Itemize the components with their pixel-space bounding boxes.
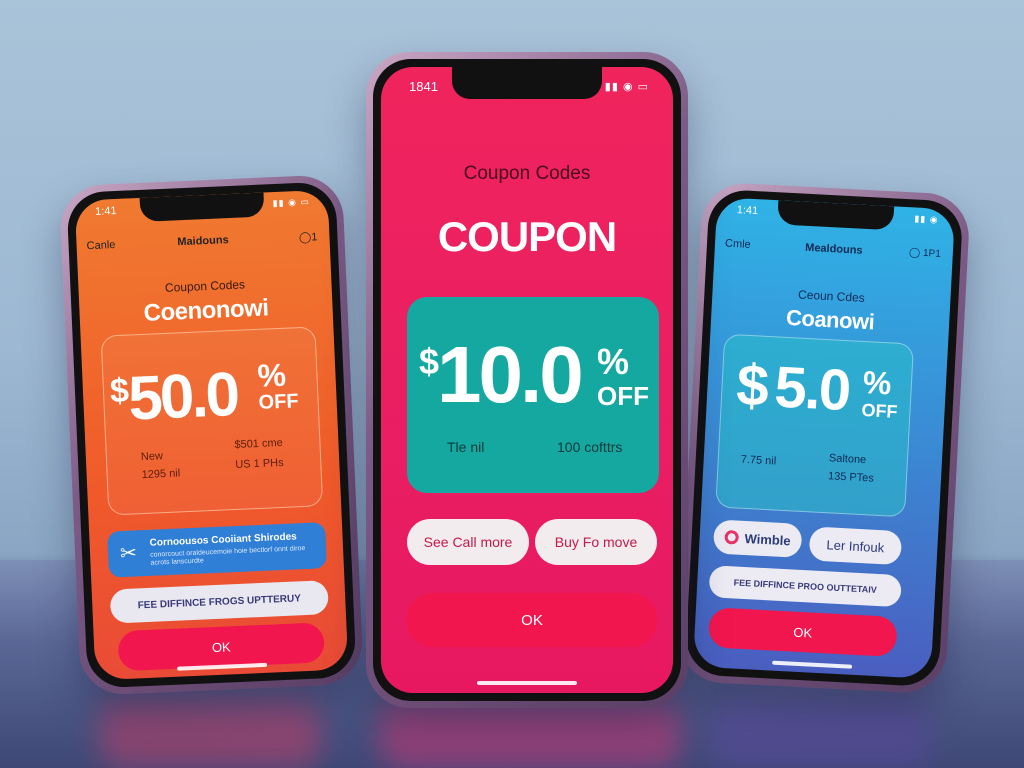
ok-label: OK <box>521 611 543 629</box>
free-shipping-button[interactable]: FEE DIFFINCE FROGS UPTTERUY <box>109 580 329 624</box>
home-indicator <box>477 681 577 685</box>
info-right-bottom: US 1 PHs <box>235 456 284 471</box>
promo-banner[interactable]: ✂ Cornoousos Cooiiant Shirodes conorcouc… <box>107 522 327 578</box>
info-right-top: $501 cme <box>234 436 283 452</box>
deal-off: OFF <box>258 390 300 414</box>
nav-bar: Canle Maidouns ◯1 <box>76 230 330 261</box>
scissors-icon: ✂ <box>119 542 138 566</box>
deal-amount: $ <box>734 352 769 419</box>
deal-percent: % <box>256 356 287 394</box>
deal-card: $ 50.0 % OFF New 1295 nil $501 cme US 1 … <box>100 326 324 516</box>
deal-currency: $ <box>109 371 127 411</box>
info-right-top: Saltone <box>828 452 867 467</box>
notch <box>452 67 602 99</box>
info-left: 7.75 nil <box>740 453 777 468</box>
see-more-button[interactable]: See Call more <box>407 519 529 565</box>
deal-percent: % <box>597 341 630 382</box>
status-icons: ▮▮ ◉ ▭ <box>604 81 649 93</box>
deal-card: $ 5.0 % OFF 7.75 nil Saltone 135 PTes <box>715 333 915 518</box>
buy-more-button[interactable]: Buy Fo move <box>535 519 657 565</box>
promo-subtitle: conorcouct oraldeucemoie hoie bectlorf o… <box>150 545 306 567</box>
notch <box>139 192 265 222</box>
share-icon[interactable]: ◯ 1P1 <box>909 247 941 260</box>
home-indicator <box>772 660 853 669</box>
info-right-bottom: 135 PTes <box>827 470 875 485</box>
heart-icon <box>724 529 739 545</box>
deal-off: OFF <box>860 399 898 422</box>
share-icon[interactable]: ◯1 <box>299 230 318 244</box>
left-phone: 1:41 ▮▮ ◉ ▭ Canle Maidouns ◯1 Coupon Cod… <box>59 174 364 696</box>
notch <box>777 200 895 231</box>
link-button[interactable]: Ler Infouk <box>808 526 903 566</box>
reflection-left <box>100 700 320 768</box>
info-left-top: New <box>140 450 164 464</box>
free-shipping-label: FEE DIFFINCE FROGS UPTTERUY <box>137 592 302 611</box>
wimble-button[interactable]: Wimble <box>712 519 803 558</box>
left-phone-screen: 1:41 ▮▮ ◉ ▭ Canle Maidouns ◯1 Coupon Cod… <box>74 189 349 681</box>
deal-amount-value: 5.0 <box>772 354 851 424</box>
ok-button[interactable]: OK <box>407 593 657 647</box>
info-left-bottom: 1295 nil <box>141 467 181 482</box>
deal-off: OFF <box>597 381 649 411</box>
nav-title: Maidouns <box>177 234 229 249</box>
status-icons: ▮▮ ◉ ▭ <box>272 196 311 209</box>
deal-percent: % <box>862 363 893 402</box>
ok-label: OK <box>211 638 231 655</box>
ok-label: OK <box>793 624 813 641</box>
status-icons: ▮▮ ◉ <box>914 213 939 225</box>
deal-amount: 50.0 <box>126 359 239 434</box>
status-time: 1:41 <box>736 204 759 218</box>
subtitle: Coupon Codes <box>463 163 591 184</box>
free-shipping-label: FEE DIFFINCE PROO OUTTETAIV <box>733 577 878 595</box>
info-right: 100 cofttrs <box>557 439 623 455</box>
page-title: COUPON <box>437 213 617 260</box>
see-more-label: See Call more <box>423 534 513 550</box>
nav-bar: Cmle Mealdouns ◯ 1P1 <box>714 237 953 269</box>
deal-amount: 10.0 <box>437 330 584 419</box>
brand-title: Coenonowi <box>143 294 270 327</box>
free-shipping-button[interactable]: FEE DIFFINCE PROO OUTTETAIV <box>708 565 902 608</box>
status-time: 1:41 <box>94 204 117 218</box>
status-time: 1841 <box>409 79 438 94</box>
wimble-label: Wimble <box>744 530 792 548</box>
reflection-center <box>380 700 680 768</box>
deal-card: $ 10.0 % OFF Tle nil 100 cofttrs <box>407 297 659 493</box>
ok-button[interactable]: OK <box>707 607 898 658</box>
reflection-right <box>710 700 930 768</box>
right-phone: 1:41 ▮▮ ◉ Cmle Mealdouns ◯ 1P1 Ceoun Cde… <box>677 181 971 695</box>
center-phone-screen: 1841 ▮▮ ◉ ▭ Coupon Codes COUPON $ 10.0 %… <box>381 67 673 693</box>
link-label: Ler Infouk <box>826 536 885 555</box>
center-phone: 1841 ▮▮ ◉ ▭ Coupon Codes COUPON $ 10.0 %… <box>366 52 688 708</box>
right-phone-screen: 1:41 ▮▮ ◉ Cmle Mealdouns ◯ 1P1 Ceoun Cde… <box>692 197 956 679</box>
info-left: Tle nil <box>447 439 485 455</box>
buy-more-label: Buy Fo move <box>554 534 638 550</box>
